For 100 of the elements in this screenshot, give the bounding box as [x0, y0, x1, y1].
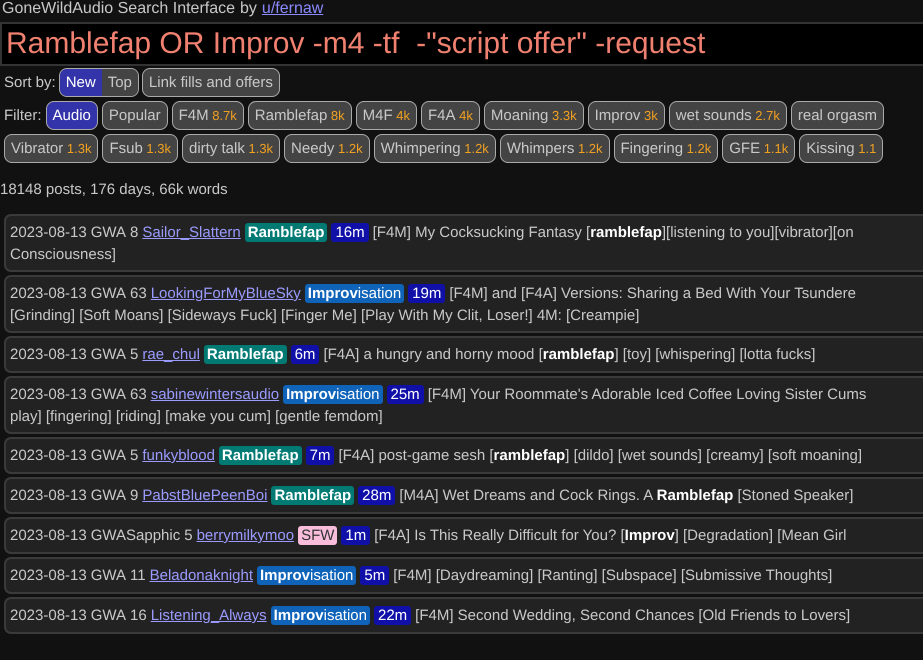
filter-chip[interactable]: dirty talk 1.3k	[182, 134, 280, 163]
filter-chip[interactable]: Audio	[46, 101, 98, 130]
post-title: [Grinding] [Soft Moans] [Sideways Fuck] [Finger Me] [Play With My Clit, Loser!] 4M: [Creampie]	[10, 307, 640, 324]
post-title: [F4A] Is This Really Difficult for You? [Improv] [Degradation] [Mean Girl	[374, 527, 846, 544]
author-link[interactable]: Listening_Always	[150, 607, 267, 624]
flair-tag: Ramblefap	[218, 446, 302, 465]
filter-chip[interactable]: Popular	[102, 101, 168, 130]
flair-tag: Improvisation	[270, 606, 370, 625]
sort-option[interactable]: New	[60, 69, 102, 96]
flair-tag: Ramblefap	[244, 223, 328, 242]
post-card[interactable]: 2023-08-13 GWA 63 sabinewintersaudio Improvisation 25m [F4M] Your Roommate's Adorable Iced Coffee Loving Sister Cums play] [fingering] [riding] [make you cum] [gentle femdom]	[4, 376, 923, 434]
post-date: 2023-08-13	[10, 447, 87, 464]
post-title: play] [fingering] [riding] [make you cum] [gentle femdom]	[10, 408, 383, 425]
duration-tag: 6m	[290, 345, 320, 364]
post-score: 9	[130, 487, 138, 504]
subreddit-name: GWA	[90, 224, 126, 241]
post-card[interactable]: 2023-08-13 GWA 11 Beladonaknight Improvisation 5m [F4M] [Daydreaming] [Ranting] [Subspace] [Submissive Thoughts]	[4, 557, 923, 594]
filter-chip[interactable]: real orgasm	[790, 101, 884, 130]
flair-tag: Improvisation	[304, 284, 404, 303]
filter-chip[interactable]: Kissing 1.1	[799, 134, 884, 163]
post-score: 11	[130, 567, 146, 584]
filter-chip[interactable]: GFE 1.1k	[722, 134, 796, 163]
duration-tag: 25m	[386, 385, 424, 404]
author-link[interactable]: sabinewintersaudio	[150, 386, 280, 403]
post-title: [F4M] Second Wedding, Second Chances [Old Friends to Lovers]	[415, 607, 850, 624]
post-date: 2023-08-13	[10, 567, 87, 584]
duration-tag: 19m	[408, 284, 446, 303]
author-link[interactable]: rae_chul	[142, 346, 200, 363]
filter-label: Filter:	[4, 107, 42, 124]
post-card[interactable]: 2023-08-13 GWA 5 rae_chul Ramblefap 6m [F4A] a hungry and horny mood [ramblefap] [toy] [whispering] [lotta fucks]	[4, 336, 923, 373]
filter-chip[interactable]: Moaning 3.3k	[484, 101, 584, 130]
post-date: 2023-08-13	[10, 527, 87, 544]
subreddit-name: GWA	[90, 607, 126, 624]
post-card[interactable]: 2023-08-13 GWASapphic 5 berrymilkymoo SFW 1m [F4A] Is This Really Difficult for You? [Improv] [Degradation] [Mean Girl	[4, 517, 923, 554]
subreddit-name: GWA	[90, 285, 126, 302]
post-title: Consciousness]	[10, 246, 116, 263]
post-score: 63	[130, 386, 147, 403]
post-title: [F4A] a hungry and horny mood [ramblefap] [toy] [whispering] [lotta fucks]	[323, 346, 816, 363]
post-date: 2023-08-13	[10, 224, 87, 241]
filter-chip[interactable]: Ramblefap 8k	[248, 101, 352, 130]
duration-tag: 7m	[306, 446, 334, 465]
post-title: [F4M] and [F4A] Versions: Sharing a Bed With Your Tsundere	[449, 285, 856, 302]
filter-chip[interactable]: F4A 4k	[421, 101, 480, 130]
author-link[interactable]: Beladonaknight	[150, 567, 254, 584]
page-title: GoneWildAudio Search Interface	[2, 0, 236, 18]
post-card[interactable]: 2023-08-13 GWA 9 PabstBluePeenBoi Ramblefap 28m [M4A] Wet Dreams and Cock Rings. A Ramblefap [Stoned Speaker]	[4, 477, 923, 514]
author-link[interactable]: berrymilkymoo	[196, 527, 294, 544]
subreddit-name: GWA	[90, 346, 126, 363]
duration-tag: 5m	[360, 566, 390, 585]
flair-tag: SFW	[298, 526, 338, 545]
post-date: 2023-08-13	[10, 386, 87, 403]
search-field[interactable]: Ramblefap OR Improv -m4 -tf -"script offer" -request	[0, 22, 923, 66]
post-title: [F4M] [Daydreaming] [Ranting] [Subspace] [Submissive Thoughts]	[393, 567, 832, 584]
post-date: 2023-08-13	[10, 346, 87, 363]
subreddit-name: GWA	[90, 386, 126, 403]
filter-chip[interactable]: M4F 4k	[356, 101, 417, 130]
filter-chip[interactable]: wet sounds 2.7k	[668, 101, 787, 130]
sort-toggle[interactable]: New Top	[58, 68, 139, 97]
post-title: [M4A] Wet Dreams and Cock Rings. A Ramblefap [Stoned Speaker]	[399, 487, 854, 504]
flair-tag: Ramblefap	[204, 345, 287, 364]
post-date: 2023-08-13	[10, 487, 87, 504]
author-link[interactable]: Sailor_Slattern	[142, 224, 241, 241]
subreddit-name: GWASapphic	[90, 527, 180, 544]
filter-chip[interactable]: Needy 1.2k	[284, 134, 370, 163]
byline-text: by	[240, 0, 257, 18]
author-link[interactable]: u/fernaw	[262, 0, 324, 18]
author-link[interactable]: PabstBluePeenBoi	[142, 487, 268, 504]
subreddit-name: GWA	[90, 567, 126, 584]
filter-chip[interactable]: Fsub 1.3k	[102, 134, 178, 163]
duration-tag: 28m	[358, 486, 396, 505]
filter-chip[interactable]: F4M 8.7k	[172, 101, 244, 130]
post-score: 5	[130, 447, 138, 464]
author-link[interactable]: LookingForMyBlueSky	[150, 285, 301, 302]
post-score: 16	[130, 607, 147, 624]
filter-chip[interactable]: Whimpers 1.2k	[500, 134, 610, 163]
post-title: [F4M] My Cocksucking Fantasy [ramblefap][listening to you][vibrator][on	[372, 224, 854, 241]
post-card[interactable]: 2023-08-13 GWA 5 funkyblood Ramblefap 7m [F4A] post-game sesh [ramblefap] [dildo] [wet sounds] [creamy] [soft moaning]	[4, 437, 923, 474]
post-date: 2023-08-13	[10, 607, 87, 624]
post-score: 8	[130, 224, 138, 241]
filter-chip[interactable]: Vibrator 1.3k	[4, 134, 98, 163]
post-title: [F4A] post-game sesh [ramblefap] [dildo] [wet sounds] [creamy] [soft moaning]	[338, 447, 862, 464]
post-score: 5	[184, 527, 193, 544]
post-date: 2023-08-13	[10, 285, 87, 302]
duration-tag: 1m	[341, 526, 370, 545]
subreddit-name: GWA	[90, 487, 126, 504]
post-score: 63	[130, 285, 147, 302]
filter-chip[interactable]: Whimpering 1.2k	[374, 134, 496, 163]
filter-chip[interactable]: Fingering 1.2k	[614, 134, 718, 163]
stats-text: 18148 posts, 176 days, 66k words	[0, 181, 228, 198]
post-card[interactable]	[4, 275, 923, 333]
post-card[interactable]: 2023-08-13 GWA 8 Sailor_Slattern Ramblefap 16m [F4M] My Cocksucking Fantasy [ramblefap][listening to you][vibrator][on Consciousness]	[4, 214, 923, 272]
filter-chip[interactable]: Improv 3k	[588, 101, 665, 130]
post-card[interactable]: 2023-08-13 GWA 16 Listening_Always Improvisation 22m [F4M] Second Wedding, Second Chances [Old Friends to Lovers]	[4, 597, 923, 634]
author-link[interactable]: funkyblood	[142, 447, 215, 464]
link-fills-button[interactable]: Link fills and offers	[142, 68, 280, 97]
sort-label: Sort by:	[4, 74, 56, 91]
flair-tag: Improvisation	[257, 566, 356, 585]
duration-tag: 16m	[331, 223, 369, 242]
subreddit-name: GWA	[90, 447, 126, 464]
flair-tag: Ramblefap	[271, 486, 354, 505]
